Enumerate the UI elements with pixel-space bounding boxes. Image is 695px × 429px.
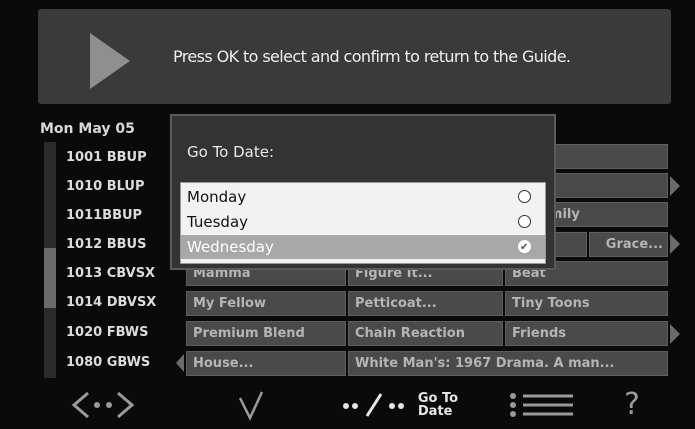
instruction-message: Press OK to select and confirm to return… xyxy=(173,47,571,66)
radio-checked-icon[interactable] xyxy=(518,236,531,260)
go-to-date-icon xyxy=(342,392,404,417)
program-cell[interactable]: Tiny Toons xyxy=(505,291,668,316)
help-icon: ? xyxy=(624,387,640,422)
help-button[interactable]: ? xyxy=(612,380,652,429)
channel-1020[interactable]: 1020 FBWS xyxy=(66,320,174,346)
date-option-monday[interactable]: Monday xyxy=(181,185,545,209)
navigate-button[interactable] xyxy=(68,380,138,429)
program-cell[interactable]: House... xyxy=(186,351,346,376)
scroll-right-icon[interactable] xyxy=(670,234,680,254)
scroll-right-icon[interactable] xyxy=(670,176,680,196)
radio-icon[interactable] xyxy=(518,190,531,203)
date-option-tuesday[interactable]: Tuesday xyxy=(181,210,545,234)
program-cell[interactable]: Petticoat... xyxy=(348,291,503,316)
bottom-bar: Go To Date ? xyxy=(0,380,695,429)
checkmark-icon xyxy=(238,390,264,421)
option-label: Tuesday xyxy=(187,213,249,231)
go-to-date-label: Go To Date xyxy=(417,390,459,419)
program-cell[interactable]: Friends xyxy=(505,321,668,346)
program-cell[interactable]: Chain Reaction xyxy=(348,321,503,346)
channel-1013[interactable]: 1013 CBVSX xyxy=(66,261,174,287)
dialog-title: Go To Date: xyxy=(187,143,275,161)
channel-1014[interactable]: 1014 DBVSX xyxy=(66,290,174,316)
ok-button[interactable] xyxy=(226,380,276,429)
list-button[interactable] xyxy=(500,380,580,429)
channel-1012[interactable]: 1012 BBUS xyxy=(66,232,174,258)
option-label: Wednesday xyxy=(187,238,274,256)
go-to-date-dialog: Go To Date: Monday Tuesday Wednesday xyxy=(170,114,556,270)
radio-icon[interactable] xyxy=(518,215,531,228)
date-option-wednesday[interactable]: Wednesday xyxy=(181,235,545,260)
instruction-banner: Press OK to select and confirm to return… xyxy=(38,9,671,104)
channel-1011[interactable]: 1011BBUP xyxy=(66,203,174,229)
channel-1080[interactable]: 1080 GBWS xyxy=(66,350,174,376)
guide-scrollbar[interactable] xyxy=(44,142,56,378)
scroll-right-icon[interactable] xyxy=(670,324,680,344)
guide-date: Mon May 05 xyxy=(40,121,135,137)
program-cell[interactable]: Premium Blend xyxy=(186,321,346,346)
play-icon xyxy=(90,33,130,89)
channel-1010[interactable]: 1010 BLUP xyxy=(66,174,174,200)
scroll-left-icon[interactable] xyxy=(176,354,184,372)
go-to-date-button[interactable]: Go To Date xyxy=(336,380,462,429)
option-label: Monday xyxy=(187,188,247,206)
list-icon xyxy=(510,392,573,417)
program-cell[interactable]: Grace... xyxy=(589,232,668,257)
scrollbar-thumb[interactable] xyxy=(44,248,56,308)
channel-1001[interactable]: 1001 BBUP xyxy=(66,145,174,171)
program-cell[interactable]: White Man's: 1967 Drama. A man... xyxy=(348,351,668,376)
date-option-list: Monday Tuesday Wednesday xyxy=(180,182,546,264)
navigate-arrows-icon xyxy=(71,391,135,418)
program-cell[interactable]: My Fellow xyxy=(186,291,346,316)
